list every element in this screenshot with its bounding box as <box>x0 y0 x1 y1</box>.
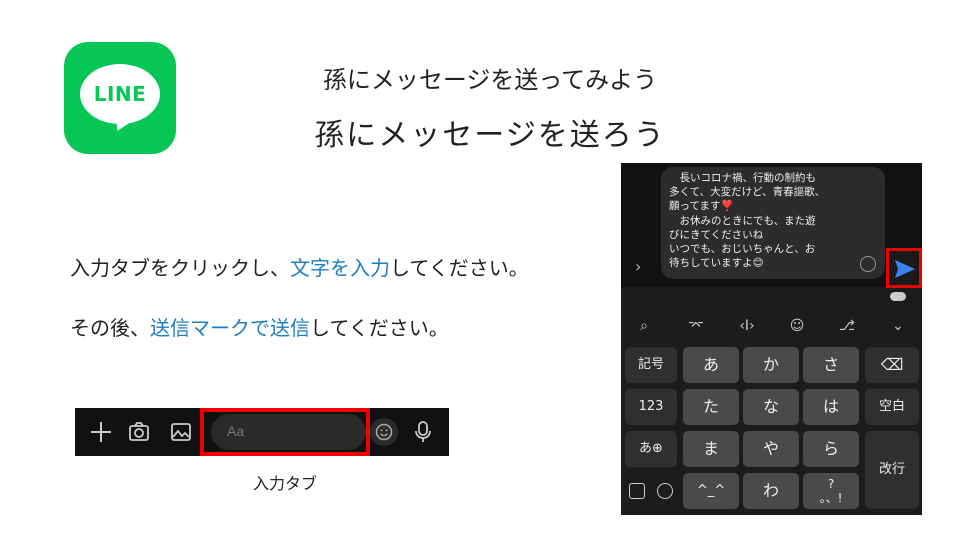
key-ha[interactable]: は <box>803 389 859 425</box>
key-ka[interactable]: か <box>743 347 799 383</box>
image-icon[interactable] <box>169 420 193 444</box>
phone-screenshot: › 長いコロナ禍、行動の制約も 多くて、大変だけど、青春謳歌、 願ってます❣️ … <box>621 163 922 515</box>
key-space[interactable]: 空白 <box>865 389 919 425</box>
key-input-mode[interactable]: あ⊕ <box>625 431 677 467</box>
instruction-1-post: してください。 <box>390 256 529 280</box>
chevron-down-icon[interactable]: ⌄ <box>889 317 907 335</box>
instruction-2-post: してください。 <box>310 316 449 340</box>
input-field-highlight-box <box>200 408 370 456</box>
emoji-icon[interactable] <box>657 483 673 499</box>
key-symbols[interactable]: 記号 <box>625 347 677 383</box>
instruction-1-pre: 入力タブをクリックし、 <box>70 256 290 280</box>
send-highlight-box <box>886 248 922 288</box>
bear-icon[interactable]: ☺ <box>788 317 806 335</box>
input-tab-caption: 入力タブ <box>252 474 317 493</box>
camera-icon[interactable] <box>127 420 151 444</box>
instruction-2-highlight: 送信マークで送信 <box>150 316 310 340</box>
chat-compose-area: › 長いコロナ禍、行動の制約も 多くて、大変だけど、青春謳歌、 願ってます❣️ … <box>621 163 922 288</box>
key-backspace[interactable]: ⌫ <box>865 347 919 383</box>
plus-icon[interactable] <box>89 420 113 444</box>
instruction-1-highlight: 文字を入力 <box>290 256 390 280</box>
key-ma[interactable]: ま <box>683 431 739 467</box>
key-a[interactable]: あ <box>683 347 739 383</box>
instruction-line-1: 入力タブをクリックし、文字を入力してください。 <box>70 252 529 281</box>
microphone-icon[interactable] <box>411 420 435 444</box>
key-numbers[interactable]: 123 <box>625 389 677 425</box>
line-app-logo: LINE <box>64 42 176 154</box>
instruction-line-2: その後、送信マークで送信してください。 <box>70 312 449 341</box>
key-sa[interactable]: さ <box>803 347 859 383</box>
key-punctuation[interactable]: ? 。、! <box>803 473 859 509</box>
search-icon[interactable]: ⌕ <box>635 317 653 335</box>
scroll-indicator <box>890 292 906 301</box>
emoji-icon <box>375 423 393 441</box>
memo-icon[interactable] <box>629 483 645 499</box>
chevron-right-icon[interactable]: › <box>635 257 641 276</box>
page-title: 孫にメッセージを送ってみよう <box>322 66 658 94</box>
emoji-button[interactable] <box>370 418 398 446</box>
key-ta[interactable]: た <box>683 389 739 425</box>
key-na[interactable]: な <box>743 389 799 425</box>
logo-text: LINE <box>93 82 147 106</box>
key-return[interactable]: 改行 <box>865 431 919 509</box>
key-wa[interactable]: わ <box>743 473 799 509</box>
cursor-icon[interactable]: ‹I› <box>738 317 756 335</box>
key-ra[interactable]: ら <box>803 431 859 467</box>
instruction-2-pre: その後、 <box>70 316 150 340</box>
shirt-icon[interactable]: ⌤ <box>687 317 705 335</box>
message-text-box[interactable]: 長いコロナ禍、行動の制約も 多くて、大変だけど、青春謳歌、 願ってます❣️ お休… <box>661 167 885 279</box>
key-kaomoji[interactable]: ^_^ <box>683 473 739 509</box>
key-ya[interactable]: や <box>743 431 799 467</box>
emoji-icon[interactable] <box>860 256 876 272</box>
keyboard-toolbar: ⌕ ⌤ ‹I› ☺ ⎇ ⌄ <box>621 311 922 341</box>
microphone-icon[interactable]: ⎇ <box>838 317 856 335</box>
page-subtitle: 孫にメッセージを送ろう <box>314 118 666 153</box>
